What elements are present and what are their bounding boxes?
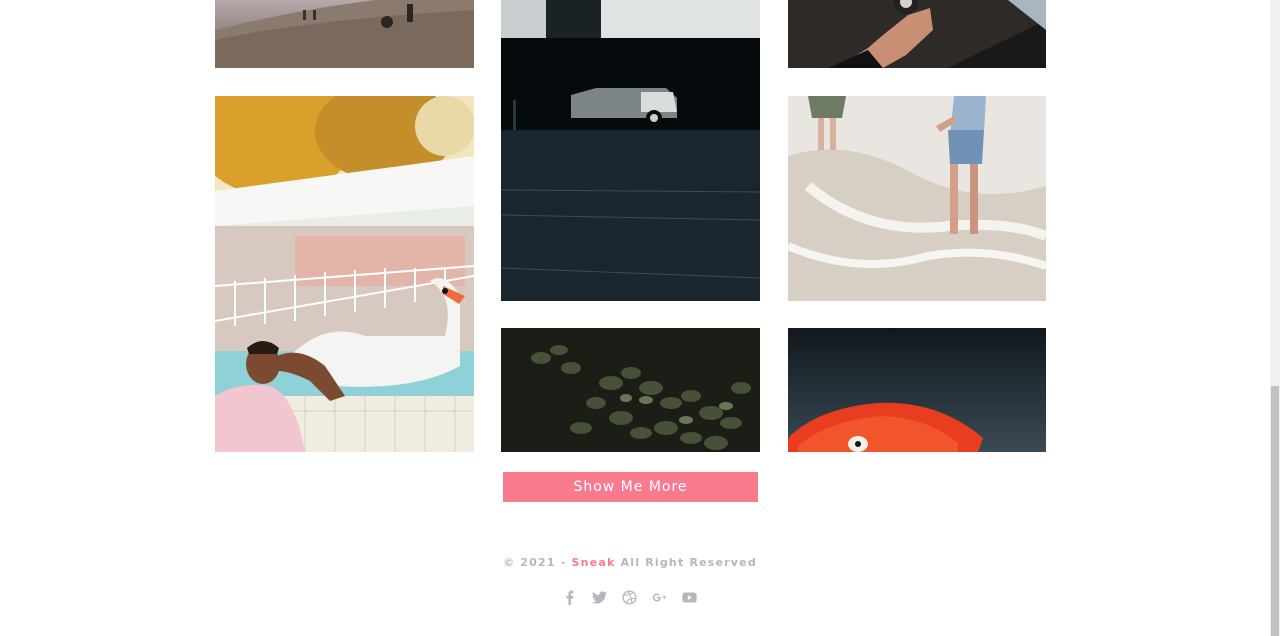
facebook-icon[interactable] [560,588,578,606]
gallery-photo-waves[interactable] [788,96,1046,301]
youtube-icon[interactable] [680,588,698,606]
copyright-text: © 2021 - Sneak All Right Reserved [0,556,1260,569]
gallery-photo-beach[interactable] [215,0,474,68]
page-scrollbar[interactable] [1270,0,1280,636]
brand-link[interactable]: Sneak [572,556,616,569]
gallery-photo-hand-compass[interactable] [788,0,1046,68]
google-plus-icon[interactable] [650,588,668,606]
copyright-suffix: All Right Reserved [615,556,757,569]
gallery-photo-parrot[interactable] [788,328,1046,452]
social-links [560,588,700,606]
scrollbar-thumb[interactable] [1271,386,1279,636]
gallery-photo-parking-garage[interactable] [501,0,760,301]
copyright-prefix: © 2021 - [503,556,572,569]
show-more-button[interactable]: Show Me More [503,472,758,502]
dribbble-icon[interactable] [620,588,638,606]
twitter-icon[interactable] [590,588,608,606]
gallery-photo-leaves[interactable] [501,328,760,452]
gallery-photo-pool-swan[interactable] [215,96,474,452]
